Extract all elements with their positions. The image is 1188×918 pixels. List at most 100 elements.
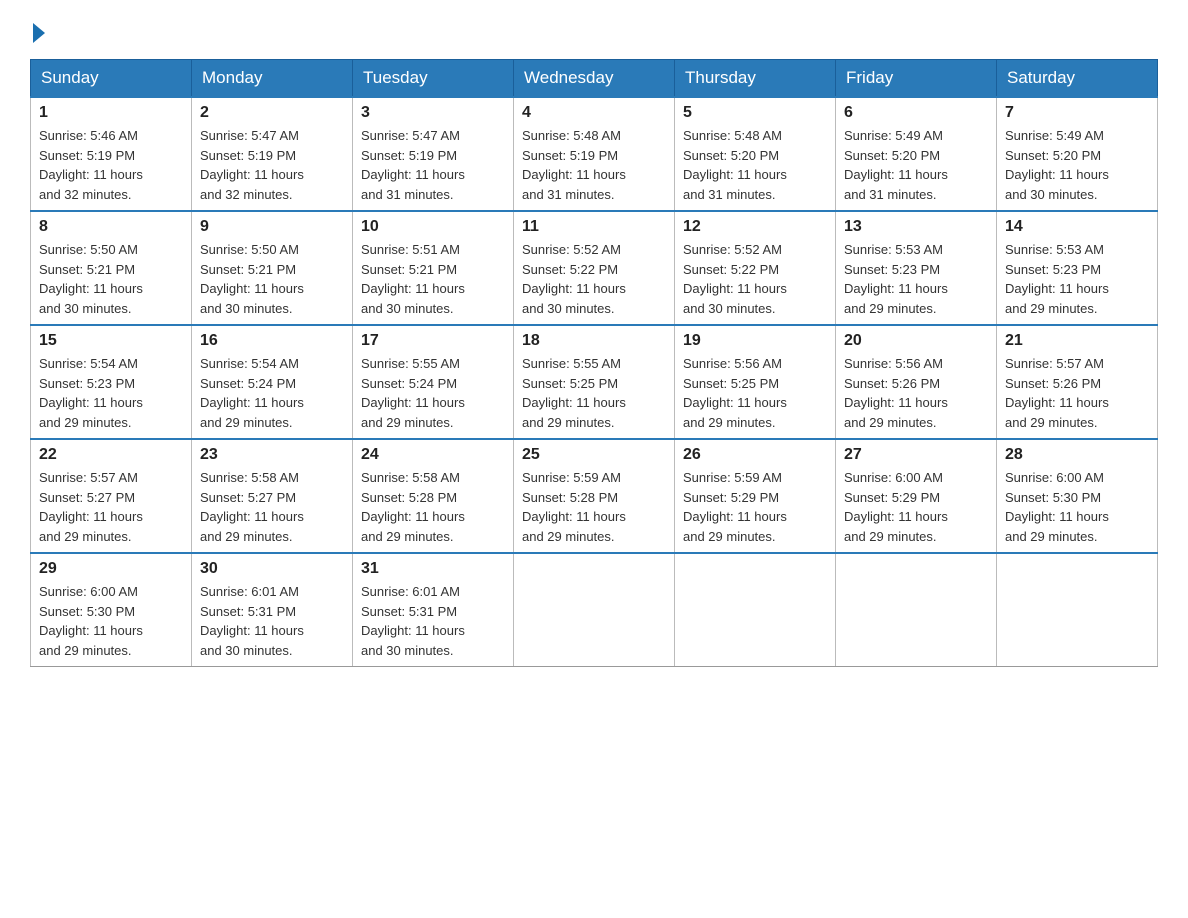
day-info: Sunrise: 6:00 AMSunset: 5:30 PMDaylight:… <box>1005 468 1149 546</box>
weekday-header-friday: Friday <box>836 60 997 98</box>
day-number: 29 <box>39 560 183 578</box>
day-number: 26 <box>683 446 827 464</box>
calendar-cell: 24 Sunrise: 5:58 AMSunset: 5:28 PMDaylig… <box>353 439 514 553</box>
calendar-cell: 27 Sunrise: 6:00 AMSunset: 5:29 PMDaylig… <box>836 439 997 553</box>
day-info: Sunrise: 5:55 AMSunset: 5:24 PMDaylight:… <box>361 354 505 432</box>
day-info: Sunrise: 5:48 AMSunset: 5:20 PMDaylight:… <box>683 126 827 204</box>
day-info: Sunrise: 5:54 AMSunset: 5:24 PMDaylight:… <box>200 354 344 432</box>
day-info: Sunrise: 6:01 AMSunset: 5:31 PMDaylight:… <box>200 582 344 660</box>
calendar-cell: 15 Sunrise: 5:54 AMSunset: 5:23 PMDaylig… <box>31 325 192 439</box>
page-header <box>30 20 1158 43</box>
day-info: Sunrise: 5:58 AMSunset: 5:28 PMDaylight:… <box>361 468 505 546</box>
day-number: 5 <box>683 104 827 122</box>
day-info: Sunrise: 5:50 AMSunset: 5:21 PMDaylight:… <box>200 240 344 318</box>
calendar-cell: 13 Sunrise: 5:53 AMSunset: 5:23 PMDaylig… <box>836 211 997 325</box>
day-info: Sunrise: 5:46 AMSunset: 5:19 PMDaylight:… <box>39 126 183 204</box>
weekday-header-thursday: Thursday <box>675 60 836 98</box>
weekday-header-tuesday: Tuesday <box>353 60 514 98</box>
calendar-cell: 22 Sunrise: 5:57 AMSunset: 5:27 PMDaylig… <box>31 439 192 553</box>
calendar-cell: 31 Sunrise: 6:01 AMSunset: 5:31 PMDaylig… <box>353 553 514 667</box>
day-number: 4 <box>522 104 666 122</box>
calendar-cell: 2 Sunrise: 5:47 AMSunset: 5:19 PMDayligh… <box>192 97 353 211</box>
day-info: Sunrise: 5:47 AMSunset: 5:19 PMDaylight:… <box>361 126 505 204</box>
calendar-cell: 12 Sunrise: 5:52 AMSunset: 5:22 PMDaylig… <box>675 211 836 325</box>
calendar-cell: 5 Sunrise: 5:48 AMSunset: 5:20 PMDayligh… <box>675 97 836 211</box>
day-number: 17 <box>361 332 505 350</box>
calendar-cell <box>836 553 997 667</box>
day-number: 1 <box>39 104 183 122</box>
day-number: 27 <box>844 446 988 464</box>
calendar-cell: 1 Sunrise: 5:46 AMSunset: 5:19 PMDayligh… <box>31 97 192 211</box>
calendar-cell: 8 Sunrise: 5:50 AMSunset: 5:21 PMDayligh… <box>31 211 192 325</box>
calendar-cell: 14 Sunrise: 5:53 AMSunset: 5:23 PMDaylig… <box>997 211 1158 325</box>
day-info: Sunrise: 5:51 AMSunset: 5:21 PMDaylight:… <box>361 240 505 318</box>
day-number: 10 <box>361 218 505 236</box>
logo <box>30 20 45 43</box>
calendar-table: SundayMondayTuesdayWednesdayThursdayFrid… <box>30 59 1158 667</box>
calendar-cell <box>997 553 1158 667</box>
calendar-cell: 30 Sunrise: 6:01 AMSunset: 5:31 PMDaylig… <box>192 553 353 667</box>
day-info: Sunrise: 5:49 AMSunset: 5:20 PMDaylight:… <box>1005 126 1149 204</box>
week-row-2: 8 Sunrise: 5:50 AMSunset: 5:21 PMDayligh… <box>31 211 1158 325</box>
calendar-cell: 17 Sunrise: 5:55 AMSunset: 5:24 PMDaylig… <box>353 325 514 439</box>
weekday-header-saturday: Saturday <box>997 60 1158 98</box>
day-number: 8 <box>39 218 183 236</box>
weekday-header-wednesday: Wednesday <box>514 60 675 98</box>
calendar-cell <box>514 553 675 667</box>
day-info: Sunrise: 5:57 AMSunset: 5:27 PMDaylight:… <box>39 468 183 546</box>
day-number: 28 <box>1005 446 1149 464</box>
calendar-cell: 23 Sunrise: 5:58 AMSunset: 5:27 PMDaylig… <box>192 439 353 553</box>
weekday-header-sunday: Sunday <box>31 60 192 98</box>
day-info: Sunrise: 5:54 AMSunset: 5:23 PMDaylight:… <box>39 354 183 432</box>
day-number: 30 <box>200 560 344 578</box>
weekday-header-monday: Monday <box>192 60 353 98</box>
day-info: Sunrise: 5:56 AMSunset: 5:26 PMDaylight:… <box>844 354 988 432</box>
calendar-cell: 18 Sunrise: 5:55 AMSunset: 5:25 PMDaylig… <box>514 325 675 439</box>
day-number: 15 <box>39 332 183 350</box>
calendar-cell: 7 Sunrise: 5:49 AMSunset: 5:20 PMDayligh… <box>997 97 1158 211</box>
day-info: Sunrise: 5:53 AMSunset: 5:23 PMDaylight:… <box>844 240 988 318</box>
day-number: 6 <box>844 104 988 122</box>
day-info: Sunrise: 6:00 AMSunset: 5:29 PMDaylight:… <box>844 468 988 546</box>
week-row-4: 22 Sunrise: 5:57 AMSunset: 5:27 PMDaylig… <box>31 439 1158 553</box>
calendar-cell: 6 Sunrise: 5:49 AMSunset: 5:20 PMDayligh… <box>836 97 997 211</box>
day-number: 16 <box>200 332 344 350</box>
day-info: Sunrise: 5:47 AMSunset: 5:19 PMDaylight:… <box>200 126 344 204</box>
day-number: 3 <box>361 104 505 122</box>
calendar-cell: 28 Sunrise: 6:00 AMSunset: 5:30 PMDaylig… <box>997 439 1158 553</box>
day-info: Sunrise: 5:50 AMSunset: 5:21 PMDaylight:… <box>39 240 183 318</box>
calendar-cell: 25 Sunrise: 5:59 AMSunset: 5:28 PMDaylig… <box>514 439 675 553</box>
calendar-cell: 21 Sunrise: 5:57 AMSunset: 5:26 PMDaylig… <box>997 325 1158 439</box>
day-number: 13 <box>844 218 988 236</box>
day-number: 18 <box>522 332 666 350</box>
day-number: 22 <box>39 446 183 464</box>
day-number: 25 <box>522 446 666 464</box>
calendar-cell: 4 Sunrise: 5:48 AMSunset: 5:19 PMDayligh… <box>514 97 675 211</box>
day-number: 21 <box>1005 332 1149 350</box>
day-info: Sunrise: 5:55 AMSunset: 5:25 PMDaylight:… <box>522 354 666 432</box>
weekday-header-row: SundayMondayTuesdayWednesdayThursdayFrid… <box>31 60 1158 98</box>
day-number: 2 <box>200 104 344 122</box>
day-info: Sunrise: 6:00 AMSunset: 5:30 PMDaylight:… <box>39 582 183 660</box>
day-number: 7 <box>1005 104 1149 122</box>
calendar-cell: 3 Sunrise: 5:47 AMSunset: 5:19 PMDayligh… <box>353 97 514 211</box>
day-number: 31 <box>361 560 505 578</box>
day-number: 11 <box>522 218 666 236</box>
day-info: Sunrise: 5:53 AMSunset: 5:23 PMDaylight:… <box>1005 240 1149 318</box>
calendar-cell: 9 Sunrise: 5:50 AMSunset: 5:21 PMDayligh… <box>192 211 353 325</box>
day-info: Sunrise: 5:49 AMSunset: 5:20 PMDaylight:… <box>844 126 988 204</box>
week-row-5: 29 Sunrise: 6:00 AMSunset: 5:30 PMDaylig… <box>31 553 1158 667</box>
day-info: Sunrise: 5:56 AMSunset: 5:25 PMDaylight:… <box>683 354 827 432</box>
calendar-cell: 10 Sunrise: 5:51 AMSunset: 5:21 PMDaylig… <box>353 211 514 325</box>
calendar-cell: 11 Sunrise: 5:52 AMSunset: 5:22 PMDaylig… <box>514 211 675 325</box>
day-number: 24 <box>361 446 505 464</box>
day-number: 19 <box>683 332 827 350</box>
calendar-cell: 29 Sunrise: 6:00 AMSunset: 5:30 PMDaylig… <box>31 553 192 667</box>
week-row-3: 15 Sunrise: 5:54 AMSunset: 5:23 PMDaylig… <box>31 325 1158 439</box>
day-info: Sunrise: 5:52 AMSunset: 5:22 PMDaylight:… <box>522 240 666 318</box>
calendar-cell <box>675 553 836 667</box>
day-number: 20 <box>844 332 988 350</box>
day-info: Sunrise: 5:52 AMSunset: 5:22 PMDaylight:… <box>683 240 827 318</box>
day-number: 12 <box>683 218 827 236</box>
calendar-cell: 20 Sunrise: 5:56 AMSunset: 5:26 PMDaylig… <box>836 325 997 439</box>
